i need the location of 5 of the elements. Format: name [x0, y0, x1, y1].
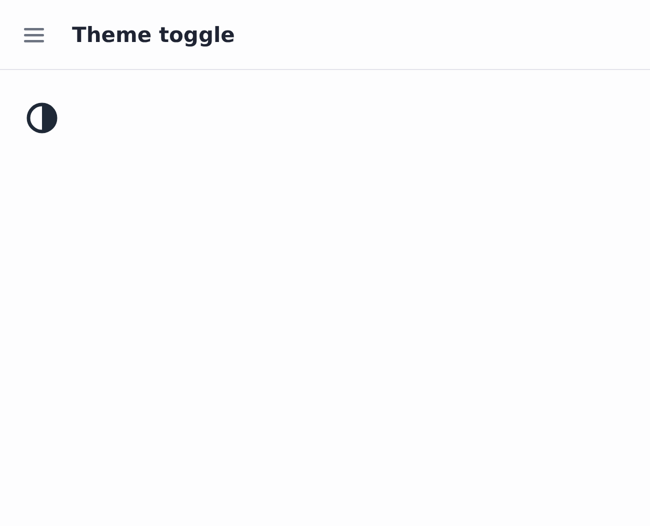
theme-toggle-button[interactable]: [26, 102, 58, 134]
page-title: Theme toggle: [72, 22, 235, 46]
menu-button[interactable]: [24, 26, 44, 42]
menu-icon: [24, 26, 44, 42]
contrast-icon: [26, 102, 58, 134]
